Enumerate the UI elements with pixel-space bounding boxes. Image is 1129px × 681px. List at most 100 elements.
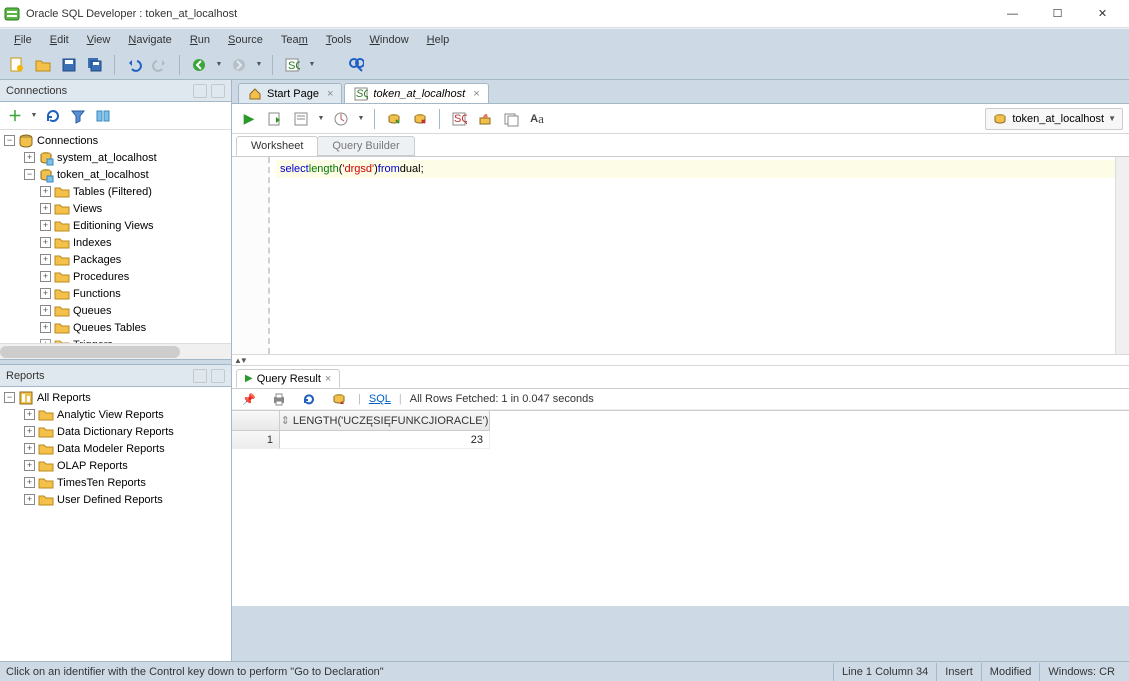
editor-vscroll[interactable] — [1115, 157, 1129, 354]
explain-plan-button[interactable] — [290, 108, 312, 130]
maximize-button[interactable]: ☐ — [1035, 0, 1080, 28]
close-icon[interactable]: × — [473, 88, 479, 100]
minimize-panel-icon[interactable] — [193, 369, 207, 383]
tree-item[interactable]: +OLAP Reports — [0, 457, 231, 474]
status-insert: Insert — [936, 663, 981, 681]
tab-query-result[interactable]: ▶ Query Result × — [236, 369, 340, 388]
menu-help[interactable]: Help — [419, 32, 458, 48]
reports-panel-header[interactable]: Reports — [0, 365, 231, 387]
menu-navigate[interactable]: Navigate — [120, 32, 179, 48]
sql-history-button[interactable] — [500, 108, 522, 130]
connections-hscroll[interactable] — [0, 343, 231, 359]
new-button[interactable] — [6, 54, 28, 76]
sql-worksheet-button[interactable]: SQL — [281, 54, 303, 76]
tree-item[interactable]: −token_at_localhost — [0, 166, 231, 183]
menu-file[interactable]: File — [6, 32, 40, 48]
save-all-button[interactable] — [84, 54, 106, 76]
sql-worksheet-dropdown[interactable]: ▼ — [307, 61, 317, 68]
folder-icon — [38, 492, 54, 508]
tree-item[interactable]: +Procedures — [0, 268, 231, 285]
tree-item[interactable]: +Views — [0, 200, 231, 217]
close-icon[interactable]: × — [327, 88, 333, 100]
rollback-button[interactable] — [409, 108, 431, 130]
result-grid[interactable]: ⇕ LENGTH('UCZĘSIĘFUNKCJIORACLE') 1 23 — [232, 410, 1129, 606]
tree-item[interactable]: +Tables (Filtered) — [0, 183, 231, 200]
tab-worksheet[interactable]: Worksheet — [236, 136, 318, 156]
undo-button[interactable] — [123, 54, 145, 76]
filter-button[interactable] — [67, 105, 89, 127]
tab-query-builder[interactable]: Query Builder — [317, 136, 414, 156]
menu-source[interactable]: Source — [220, 32, 271, 48]
close-icon[interactable]: × — [325, 373, 331, 385]
format-button[interactable]: Aa — [526, 108, 548, 130]
find-db-object-button[interactable] — [345, 54, 367, 76]
restore-panel-icon[interactable] — [211, 84, 225, 98]
grid-cell[interactable]: 23 — [280, 431, 490, 449]
redo-button[interactable] — [149, 54, 171, 76]
minimize-button[interactable]: — — [990, 0, 1035, 28]
run-statement-button[interactable]: ▶ — [238, 108, 260, 130]
folder-icon — [54, 218, 70, 234]
result-splitter[interactable]: ▲▼ — [232, 354, 1129, 366]
restore-panel-icon[interactable] — [211, 369, 225, 383]
run-script-button[interactable] — [264, 108, 286, 130]
export-button[interactable] — [328, 388, 350, 410]
tree-item[interactable]: +Packages — [0, 251, 231, 268]
tree-item[interactable]: +Queues — [0, 302, 231, 319]
open-button[interactable] — [32, 54, 54, 76]
refresh-button[interactable] — [42, 105, 64, 127]
tree-item[interactable]: +Functions — [0, 285, 231, 302]
grid-row[interactable]: 1 23 — [232, 431, 1129, 449]
tree-item[interactable]: +Data Dictionary Reports — [0, 423, 231, 440]
connections-tree[interactable]: − Connections +system_at_localhost−token… — [0, 130, 231, 343]
menu-window[interactable]: Window — [362, 32, 417, 48]
forward-button[interactable] — [228, 54, 250, 76]
new-connection-button[interactable]: ＋ — [4, 105, 26, 127]
sql-line[interactable]: select length('drgsd') from dual; — [276, 160, 1115, 178]
pin-button[interactable]: 📌 — [238, 388, 260, 410]
connection-selector[interactable]: token_at_localhost ▼ — [985, 108, 1123, 130]
connections-panel-header[interactable]: Connections — [0, 80, 231, 102]
autotrace-dropdown[interactable]: ▼ — [356, 115, 366, 122]
back-button[interactable] — [188, 54, 210, 76]
tree-item[interactable]: +TimesTen Reports — [0, 474, 231, 491]
tree-item[interactable]: +system_at_localhost — [0, 149, 231, 166]
autotrace-button[interactable] — [330, 108, 352, 130]
tree-item[interactable]: +Data Modeler Reports — [0, 440, 231, 457]
sql-link[interactable]: SQL — [369, 393, 391, 405]
menu-run[interactable]: Run — [182, 32, 218, 48]
forward-dropdown[interactable]: ▼ — [254, 61, 264, 68]
save-button[interactable] — [58, 54, 80, 76]
play-icon: ▶ — [245, 373, 253, 384]
tree-item[interactable]: +Indexes — [0, 234, 231, 251]
tree-item[interactable]: +Editioning Views — [0, 217, 231, 234]
sql-editor[interactable]: select length('drgsd') from dual; — [232, 156, 1129, 354]
tree-item[interactable]: +Triggers — [0, 336, 231, 343]
back-dropdown[interactable]: ▼ — [214, 61, 224, 68]
tree-root[interactable]: − Connections — [0, 132, 231, 149]
tree-item[interactable]: +Analytic View Reports — [0, 406, 231, 423]
menu-tools[interactable]: Tools — [318, 32, 360, 48]
new-connection-dropdown[interactable]: ▼ — [29, 112, 39, 119]
minimize-panel-icon[interactable] — [193, 84, 207, 98]
menu-edit[interactable]: Edit — [42, 32, 77, 48]
menu-view[interactable]: View — [79, 32, 119, 48]
commit-button[interactable] — [383, 108, 405, 130]
tree-item[interactable]: +User Defined Reports — [0, 491, 231, 508]
status-platform: Windows: CR — [1039, 663, 1123, 681]
refresh-result-button[interactable] — [298, 388, 320, 410]
clear-button[interactable] — [474, 108, 496, 130]
reports-tree[interactable]: − All Reports +Analytic View Reports+Dat… — [0, 387, 231, 661]
tree-root[interactable]: − All Reports — [0, 389, 231, 406]
grid-column-header[interactable]: ⇕ LENGTH('UCZĘSIĘFUNKCJIORACLE') — [280, 411, 490, 431]
close-button[interactable]: ✕ — [1080, 0, 1125, 28]
print-button[interactable] — [268, 388, 290, 410]
tab-sql-file[interactable]: SQL token_at_localhost × — [344, 83, 488, 103]
explain-dropdown[interactable]: ▼ — [316, 115, 326, 122]
tree-item[interactable]: +Queues Tables — [0, 319, 231, 336]
menu-team[interactable]: Team — [273, 32, 316, 48]
unshared-worksheet-button[interactable]: SQL — [448, 108, 470, 130]
tns-button[interactable] — [92, 105, 114, 127]
tab-start-page[interactable]: Start Page × — [238, 83, 342, 103]
title-bar: Oracle SQL Developer : token_at_localhos… — [0, 0, 1129, 28]
